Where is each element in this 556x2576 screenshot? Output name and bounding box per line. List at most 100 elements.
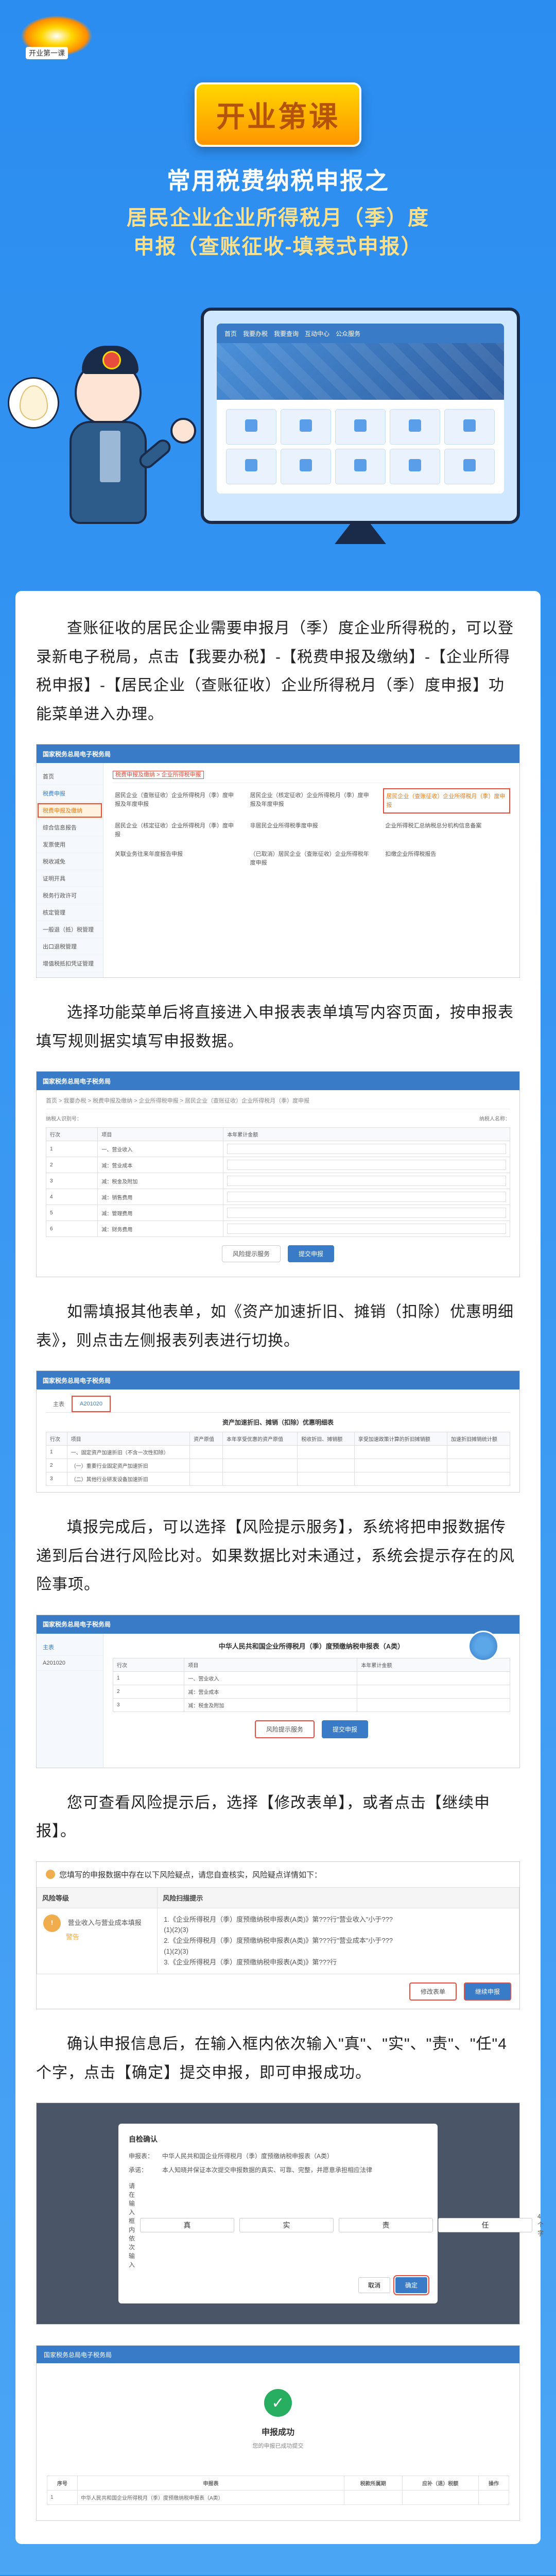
mascot-head bbox=[75, 359, 142, 426]
paragraph-4: 填报完成后，可以选择【风险提示服务】，系统将把申报数据传递到后台进行风险比对。如… bbox=[36, 1513, 520, 1599]
page-root: 开业第课 常用税费纳税申报之 居民企业企业所得税月（季）度 申报（查账征收-填表… bbox=[0, 0, 556, 2575]
sidebar-item[interactable]: 一般退（抵）税管理 bbox=[37, 921, 103, 938]
screenshot-4: 国家税务总局电子税务局 主表 A201020 中华人民共和国企业所得税月（季）度… bbox=[36, 1615, 520, 1768]
paragraph-2: 选择功能菜单后将直接进入申报表表单填写内容页面，按申报表填写规则据实填写申报数据… bbox=[36, 998, 520, 1056]
monitor-screen: 首页我要办税我要查询互动中心公众服务 bbox=[217, 324, 504, 494]
hero-subtitle-1: 居民企业企业所得税月（季）度 bbox=[21, 204, 535, 232]
risk-table: 风险等级风险扫描提示 ! 营业收入与营业成本填报 警告 1.《企业所得税月（季）… bbox=[37, 1887, 519, 1975]
risk-level-cell: ! 营业收入与营业成本填报 警告 bbox=[37, 1908, 158, 1974]
amount-input[interactable] bbox=[227, 1208, 506, 1218]
char-input-4[interactable] bbox=[438, 2218, 532, 2232]
success-header: 国家税务总局电子税务局 bbox=[37, 2346, 519, 2363]
form-subtitle: 资产加速折旧、摊销（扣除）优惠明细表 bbox=[46, 1418, 510, 1427]
shot4-header: 国家税务总局电子税务局 bbox=[37, 1615, 519, 1634]
declare-table: 行次项目本年累计金额 1一、营业收入 2减：营业成本 3减：税金及附加 4减：销… bbox=[46, 1127, 510, 1237]
risk-header: 您填写的申报数据中存在以下风险疑点，请您自查核实，风险疑点详情如下： bbox=[37, 1862, 519, 1887]
screenshot-success: 国家税务总局电子税务局 ✓ 申报成功 您的申报已成功提交 序号申报表税款所属期应… bbox=[36, 2345, 520, 2521]
menu-item[interactable]: 企业所得税汇总纳税总分机构信息备案 bbox=[383, 819, 510, 842]
sidebar-item[interactable]: 税收减免 bbox=[37, 853, 103, 870]
paragraph-3: 如需填报其他表单，如《资产加速折旧、摊销（扣除）优惠明细表》，则点击左侧报表列表… bbox=[36, 1298, 520, 1355]
dialog-title: 自检确认 bbox=[129, 2134, 427, 2144]
mascot bbox=[41, 359, 175, 555]
sidebar-item-highlighted[interactable]: 税费申报及缴纳 bbox=[37, 802, 103, 819]
amount-input[interactable] bbox=[227, 1176, 506, 1186]
submit-button[interactable]: 提交申报 bbox=[288, 1245, 334, 1262]
sidebar-item[interactable]: 主表 bbox=[37, 1639, 103, 1656]
amount-input[interactable] bbox=[227, 1144, 506, 1154]
declare-table: 行次项目本年累计金额 1一、营业收入 2减：营业成本 3减：税金及附加 bbox=[113, 1658, 510, 1712]
screen-banner bbox=[217, 343, 504, 400]
sidebar-item[interactable]: 证明开具 bbox=[37, 870, 103, 887]
char-input-3[interactable] bbox=[339, 2218, 433, 2232]
breadcrumb: 税费申报及缴纳 > 企业所得税申报 bbox=[113, 770, 510, 783]
content-card: 查账征收的居民企业需要申报月（季）度企业所得税的，可以登录新电子税局，点击【我要… bbox=[15, 591, 541, 2544]
shot1-header: 国家税务总局电子税务局 bbox=[37, 744, 519, 763]
illustration: 首页我要办税我要查询互动中心公众服务 bbox=[21, 297, 535, 565]
risk-detail-cell: 1.《企业所得税月（季）度预缴纳税申报表(A类)》第???行"营业收入"小于??… bbox=[158, 1908, 519, 1974]
menu-item-highlighted[interactable]: 居民企业（查账征收）企业所得税月（季）度申报 bbox=[383, 788, 510, 814]
sidebar-item[interactable]: A201020 bbox=[37, 1656, 103, 1671]
sidebar-item[interactable]: 发票使用 bbox=[37, 836, 103, 853]
sidebar-item[interactable]: 出口退税管理 bbox=[37, 938, 103, 955]
hero-section: 开业第课 常用税费纳税申报之 居民企业企业所得税月（季）度 申报（查账征收-填表… bbox=[0, 72, 556, 282]
screen-icon-grid bbox=[217, 400, 504, 494]
hero-badge: 开业第课 bbox=[195, 82, 361, 147]
breadcrumb: 首页 > 我要办税 > 税费申报及缴纳 > 企业所得税申报 > 居民企业（查账征… bbox=[46, 1096, 510, 1109]
screenshot-2: 国家税务总局电子税务局 首页 > 我要办税 > 税费申报及缴纳 > 企业所得税申… bbox=[36, 1071, 520, 1277]
shot4-sidebar: 主表 A201020 bbox=[37, 1634, 103, 1768]
success-title: 申报成功 bbox=[47, 2425, 509, 2437]
screen-nav: 首页我要办税我要查询互动中心公众服务 bbox=[217, 324, 504, 343]
menu-item[interactable]: 居民企业（核定征收）企业所得税月（季）度申报 bbox=[113, 819, 240, 842]
success-table: 序号申报表税款所属期应补（退）税额操作 1中华人民共和国企业所得税月（季）度预缴… bbox=[47, 2476, 509, 2505]
shot3-header: 国家税务总局电子税务局 bbox=[37, 1371, 519, 1389]
amount-input[interactable] bbox=[227, 1192, 506, 1202]
screenshot-3: 国家税务总局电子税务局 主表 A201020 资产加速折旧、摊销（扣除）优惠明细… bbox=[36, 1370, 520, 1493]
hero-subtitle-2: 申报（查账征收-填表式申报） bbox=[21, 232, 535, 261]
sidebar-item[interactable]: 首页 bbox=[37, 768, 103, 785]
seal-icon bbox=[468, 1631, 499, 1662]
screenshot-dialog: 自检确认 申报表： 中华人民共和国企业所得税月（季）度预缴纳税申报表（A类） 承… bbox=[36, 2103, 520, 2325]
sidebar-item[interactable]: 综合信息报告 bbox=[37, 819, 103, 836]
asset-table: 行次项目资产原值本年享受优惠的资产原值税收折旧、摊销额享受加速政策计算的折旧摊销… bbox=[46, 1432, 510, 1486]
tab-row: 主表 A201020 bbox=[46, 1396, 510, 1413]
sidebar-item[interactable]: 税务行政许可 bbox=[37, 887, 103, 904]
warning-icon: ! bbox=[43, 1914, 61, 1932]
submit-button[interactable]: 提交申报 bbox=[322, 1720, 368, 1738]
menu-item[interactable]: （已取消）居民企业（查账征收）企业所得税年度申报 bbox=[248, 847, 375, 870]
menu-item[interactable]: 居民企业（查账征收）企业所得税月（季）度申报及年度申报 bbox=[113, 788, 240, 814]
cancel-button[interactable]: 取消 bbox=[358, 2277, 390, 2293]
shot2-header: 国家税务总局电子税务局 bbox=[37, 1072, 519, 1090]
risk-hint-button[interactable]: 风险提示服务 bbox=[222, 1245, 281, 1262]
continue-declare-button[interactable]: 继续申报 bbox=[464, 1982, 511, 2001]
top-logo-area bbox=[0, 0, 556, 72]
menu-item[interactable]: 居民企业（核定征收）企业所得税月（季）度申报及年度申报 bbox=[248, 788, 375, 814]
hero-title: 常用税费纳税申报之 bbox=[21, 162, 535, 196]
amount-input[interactable] bbox=[227, 1160, 506, 1170]
menu-item[interactable]: 扣缴企业所得税报告 bbox=[383, 847, 510, 870]
char-input-2[interactable] bbox=[239, 2218, 334, 2232]
menu-item[interactable]: 非居民企业所得税季度申报 bbox=[248, 819, 375, 842]
paragraph-5: 您可查看风险提示后，选择【修改表单】，或者点击【继续申报】。 bbox=[36, 1789, 520, 1846]
screenshot-1: 国家税务总局电子税务局 首页 税费申报 税费申报及缴纳 综合信息报告 发票使用 … bbox=[36, 744, 520, 978]
brand-logo bbox=[21, 15, 93, 57]
confirm-dialog: 自检确认 申报表： 中华人民共和国企业所得税月（季）度预缴纳税申报表（A类） 承… bbox=[118, 2124, 438, 2303]
risk-dialog: 您填写的申报数据中存在以下风险疑点，请您自查核实，风险疑点详情如下： 风险等级风… bbox=[36, 1861, 520, 2010]
modify-form-button[interactable]: 修改表单 bbox=[409, 1982, 457, 2001]
menu-item[interactable]: 关联业务往来年度报告申报 bbox=[113, 847, 240, 870]
mascot-body bbox=[70, 421, 147, 524]
sidebar-item[interactable]: 核定管理 bbox=[37, 904, 103, 921]
amount-input[interactable] bbox=[227, 1224, 506, 1234]
speech-bubble bbox=[8, 377, 59, 429]
sidebar-item[interactable]: 税费申报 bbox=[37, 785, 103, 802]
tab-a201020[interactable]: A201020 bbox=[72, 1396, 111, 1412]
paragraph-1: 查账征收的居民企业需要申报月（季）度企业所得税的，可以登录新电子税局，点击【我要… bbox=[36, 614, 520, 728]
ok-button[interactable]: 确定 bbox=[395, 2277, 427, 2293]
success-subtitle: 您的申报已成功提交 bbox=[47, 2442, 509, 2450]
shot1-sidebar: 首页 税费申报 税费申报及缴纳 综合信息报告 发票使用 税收减免 证明开具 税务… bbox=[37, 763, 103, 977]
char-input-1[interactable] bbox=[140, 2218, 234, 2232]
success-check-icon: ✓ bbox=[264, 2389, 292, 2417]
tab-main[interactable]: 主表 bbox=[46, 1396, 72, 1412]
sidebar-item[interactable]: 增值税抵扣凭证管理 bbox=[37, 955, 103, 972]
paragraph-6: 确认申报信息后，在输入框内依次输入"真"、"实"、"责"、"任"4个字，点击【确… bbox=[36, 2030, 520, 2087]
risk-hint-button[interactable]: 风险提示服务 bbox=[255, 1720, 315, 1738]
